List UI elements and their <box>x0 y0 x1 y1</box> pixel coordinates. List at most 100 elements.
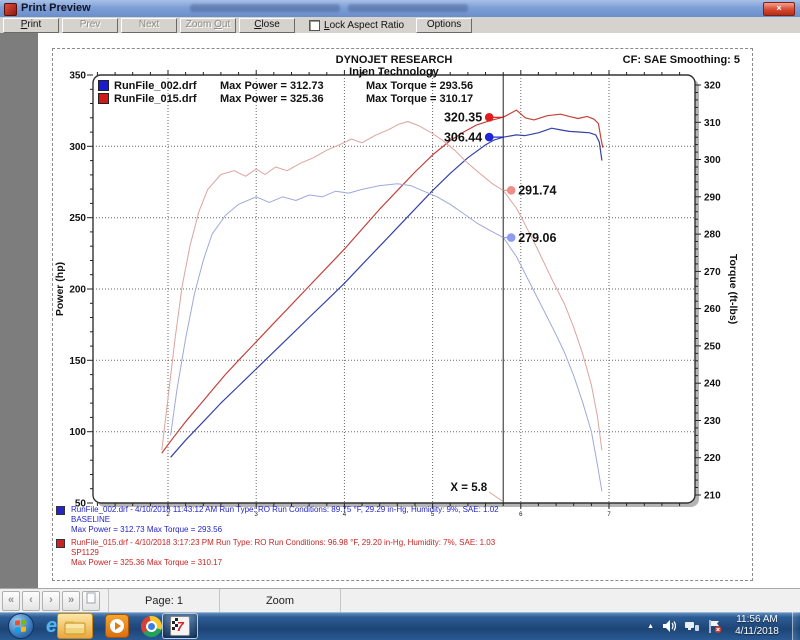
legend-row-run002: RunFile_002.drf Max Power = 312.73 Max T… <box>98 79 473 92</box>
svg-text:279.06: 279.06 <box>518 231 556 245</box>
lock-aspect-ratio-checkbox[interactable] <box>309 20 320 31</box>
run015-conditions: RunFile_015.drf - 4/10/2018 3:17:23 PM R… <box>71 538 495 548</box>
title-bar: Print Preview × <box>0 0 800 18</box>
show-desktop-button[interactable] <box>792 612 800 640</box>
title-path-smudge <box>190 4 340 12</box>
taskbar-item-media-player[interactable] <box>105 614 129 638</box>
last-page-button[interactable]: » <box>62 591 80 611</box>
start-button[interactable] <box>8 613 34 639</box>
svg-text:240: 240 <box>704 379 721 390</box>
taskbar-item-internet-explorer[interactable]: e <box>46 615 57 638</box>
marker-dot-1 <box>485 133 494 142</box>
legend-swatch-red <box>98 93 109 104</box>
svg-text:270: 270 <box>704 267 721 278</box>
volume-icon[interactable] <box>663 620 676 632</box>
title-path-smudge <box>348 4 468 12</box>
media-player-icon <box>105 614 129 638</box>
run015-name: SP1129 <box>71 548 495 558</box>
prev-page-button[interactable]: ‹ <box>22 591 40 611</box>
svg-text:300: 300 <box>69 142 86 153</box>
run002-maxima: Max Power = 312.73 Max Torque = 293.56 <box>71 525 499 535</box>
svg-text:300: 300 <box>704 155 721 166</box>
taskbar-item-dynojet-winpep[interactable]: 7 <box>162 613 198 639</box>
run002-conditions: RunFile_002.drf - 4/10/2018 11:43:12 AM … <box>71 505 499 515</box>
network-icon[interactable] <box>685 620 699 632</box>
folder-icon <box>64 618 86 635</box>
app-icon <box>4 3 17 16</box>
svg-text:280: 280 <box>704 230 721 241</box>
window-close-button[interactable]: × <box>763 2 795 16</box>
next-button[interactable]: Next <box>121 18 177 33</box>
legend-max-power: Max Power = 325.36 <box>220 93 366 105</box>
legend-max-power: Max Power = 312.73 <box>220 80 366 92</box>
chart-graphics: 5010015020025030035021022023024025026027… <box>69 70 721 518</box>
action-center-flag-icon[interactable] <box>708 620 722 633</box>
prev-button[interactable]: Prev <box>62 18 118 33</box>
lock-aspect-ratio-label: Lock Aspect Ratio <box>324 20 404 31</box>
export-page-button[interactable] <box>82 591 100 611</box>
run002-name: BASELINE <box>71 515 499 525</box>
print-preview-page: 5010015020025030035021022023024025026027… <box>38 33 800 588</box>
svg-text:100: 100 <box>69 427 86 438</box>
hidden-icons-chevron[interactable]: ▲ <box>647 623 654 630</box>
windows-flag-icon <box>15 619 27 632</box>
legend-file: RunFile_015.drf <box>114 93 220 105</box>
clock-date: 4/11/2018 <box>726 626 788 638</box>
svg-text:320: 320 <box>704 81 721 92</box>
taskbar-item-file-explorer[interactable] <box>57 613 93 639</box>
left-axis-title: Power (hp) <box>54 262 66 316</box>
page-icon <box>86 592 96 604</box>
svg-text:310: 310 <box>704 118 721 129</box>
options-button[interactable]: Options <box>416 18 472 33</box>
run015-swatch <box>56 539 65 548</box>
zoom-panel: Zoom <box>220 589 341 613</box>
window-title: Print Preview <box>21 2 91 14</box>
run002-swatch <box>56 506 65 515</box>
next-page-button[interactable]: › <box>42 591 60 611</box>
page-number-panel: Page: 1 <box>108 589 220 613</box>
svg-text:260: 260 <box>704 304 721 315</box>
toolbar: Print Prev Next Zoom Out Close Lock Aspe… <box>0 17 800 34</box>
chart-subtitle: Injen Technology <box>38 66 750 78</box>
status-bar: « ‹ › » Page: 1 Zoom <box>0 588 800 613</box>
legend-max-torque: Max Torque = 293.56 <box>366 80 473 92</box>
run015-maxima: Max Power = 325.36 Max Torque = 310.17 <box>71 558 495 568</box>
legend-max-torque: Max Torque = 310.17 <box>366 93 473 105</box>
svg-text:230: 230 <box>704 416 721 427</box>
taskbar-item-chrome[interactable] <box>141 616 162 637</box>
taskbar-clock[interactable]: 11:56 AM 4/11/2018 <box>726 614 788 638</box>
system-tray: ▲ <box>647 612 722 640</box>
screen: { "window": { "title": "Print Preview", … <box>0 0 800 640</box>
svg-text:150: 150 <box>69 356 86 367</box>
clock-time: 11:56 AM <box>726 614 788 626</box>
legend-file: RunFile_002.drf <box>114 80 220 92</box>
marker-dot-2 <box>507 186 516 195</box>
svg-text:7: 7 <box>607 512 611 518</box>
svg-text:306.44: 306.44 <box>444 130 482 144</box>
close-button[interactable]: Close <box>239 18 295 33</box>
preview-area: 5010015020025030035021022023024025026027… <box>0 33 800 588</box>
svg-text:290: 290 <box>704 192 721 203</box>
legend-row-run015: RunFile_015.drf Max Power = 325.36 Max T… <box>98 92 473 105</box>
correction-smoothing-note: CF: SAE Smoothing: 5 <box>623 54 740 66</box>
print-button[interactable]: Print <box>3 18 59 33</box>
first-page-button[interactable]: « <box>2 591 20 611</box>
svg-text:250: 250 <box>704 341 721 352</box>
svg-text:320.35: 320.35 <box>444 111 482 125</box>
marker-dot-3 <box>507 233 516 242</box>
dynojet-winpep-icon: 7 <box>170 616 190 636</box>
svg-text:200: 200 <box>69 285 86 296</box>
svg-text:220: 220 <box>704 453 721 464</box>
zoom-out-button[interactable]: Zoom Out <box>180 18 236 33</box>
svg-text:250: 250 <box>69 213 86 224</box>
internet-explorer-icon: e <box>46 615 57 638</box>
run002-annotation: RunFile_002.drf - 4/10/2018 11:43:12 AM … <box>56 505 499 535</box>
svg-text:210: 210 <box>704 491 721 502</box>
legend-swatch-blue <box>98 80 109 91</box>
right-axis-title: Torque (ft-lbs) <box>727 254 739 324</box>
cursor-x-label: X = 5.8 <box>450 482 487 494</box>
chrome-icon <box>141 616 162 637</box>
taskbar: e 7 ▲ <box>0 612 800 640</box>
svg-text:291.74: 291.74 <box>518 184 556 198</box>
chart-legend: RunFile_002.drf Max Power = 312.73 Max T… <box>98 79 473 105</box>
